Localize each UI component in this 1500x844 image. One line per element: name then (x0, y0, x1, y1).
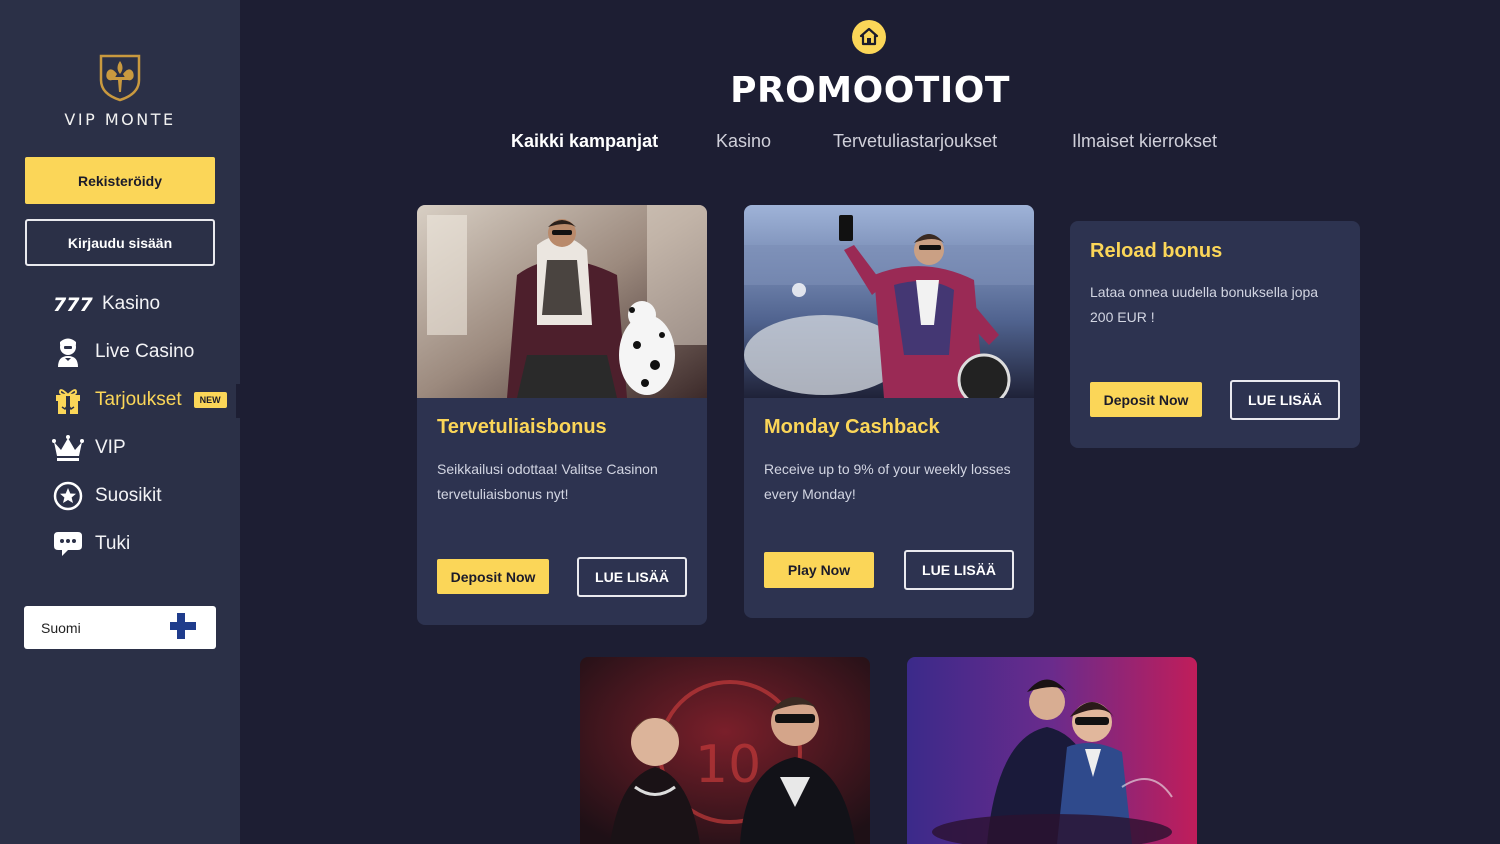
promo-title: Reload bonus (1090, 240, 1223, 262)
sidebar: VIP MONTE Rekisteröidy Kirjaudu sisään 7… (0, 0, 240, 844)
promo-image (417, 205, 707, 398)
dealer-icon (52, 336, 84, 368)
page-title: PROMOOTIOT (730, 70, 1010, 111)
promo-image (744, 205, 1034, 398)
deposit-now-button[interactable]: Deposit Now (1090, 382, 1202, 417)
sidebar-item-kasino[interactable]: 777 Kasino (52, 280, 227, 328)
star-icon (52, 480, 84, 512)
play-now-button[interactable]: Play Now (764, 552, 874, 588)
logo-text: VIP MONTE (64, 110, 176, 129)
promo-description: Seikkailusi odottaa! Valitse Casinon ter… (437, 461, 658, 502)
sidebar-item-label: Suosikit (95, 485, 162, 506)
sidebar-nav: 777 Kasino Live Casino Tarjoukset NEW VI… (52, 280, 227, 568)
sidebar-item-suosikit[interactable]: Suosikit (52, 472, 227, 520)
read-more-button[interactable]: LUE LISÄÄ (577, 557, 687, 597)
sidebar-item-label: Tarjoukset (95, 389, 182, 410)
promo-card-image[interactable] (907, 657, 1197, 844)
language-label: Suomi (41, 619, 81, 636)
promo-card-welcome-bonus: Tervetuliaisbonus Seikkailusi odottaa! V… (417, 205, 707, 625)
tab-casino[interactable]: Kasino (716, 131, 771, 152)
sidebar-item-label: Live Casino (95, 341, 195, 362)
active-item-marker (236, 384, 240, 418)
sidebar-item-label: VIP (95, 437, 126, 458)
read-more-button[interactable]: LUE LISÄÄ (1230, 380, 1340, 420)
fleur-de-lis-logo-icon (99, 54, 141, 102)
promo-card-monday-cashback: Monday Cashback Receive up to 9% of your… (744, 205, 1034, 618)
sidebar-item-label: Kasino (102, 293, 161, 314)
brand-logo[interactable]: VIP MONTE (0, 52, 240, 129)
tab-welcome-offers[interactable]: Tervetuliastarjoukset (833, 131, 997, 152)
promo-description: Receive up to 9% of your weekly losses e… (764, 461, 1011, 502)
sidebar-item-tuki[interactable]: Tuki (52, 520, 227, 568)
home-icon (859, 27, 879, 46)
register-button[interactable]: Rekisteröidy (25, 157, 215, 204)
sidebar-item-label: Tuki (95, 533, 131, 554)
language-selector[interactable]: Suomi (24, 606, 216, 649)
promo-description: Lataa onnea uudella bonuksella jopa 200 … (1090, 284, 1319, 325)
gift-icon (52, 384, 84, 416)
tab-free-spins[interactable]: Ilmaiset kierrokset (1072, 131, 1217, 152)
read-more-button[interactable]: LUE LISÄÄ (904, 550, 1014, 590)
login-button[interactable]: Kirjaudu sisään (25, 219, 215, 266)
777-icon: 777 (52, 288, 96, 320)
home-button[interactable] (852, 20, 886, 54)
promo-title: Monday Cashback (764, 416, 940, 438)
sidebar-item-vip[interactable]: VIP (52, 424, 227, 472)
finland-flag-icon (170, 613, 196, 642)
sidebar-item-tarjoukset[interactable]: Tarjoukset NEW (52, 376, 227, 424)
promo-card-image[interactable]: 10 (580, 657, 870, 844)
tab-all-campaigns[interactable]: Kaikki kampanjat (511, 131, 658, 152)
svg-text:10: 10 (695, 735, 761, 795)
new-badge: NEW (193, 392, 227, 408)
deposit-now-button[interactable]: Deposit Now (437, 559, 549, 594)
chat-icon (52, 528, 84, 560)
promo-card-reload-bonus: Reload bonus Lataa onnea uudella bonukse… (1070, 221, 1360, 448)
svg-text:777: 777 (53, 294, 93, 314)
crown-icon (52, 432, 84, 464)
promo-title: Tervetuliaisbonus (437, 416, 607, 438)
sidebar-item-live-casino[interactable]: Live Casino (52, 328, 227, 376)
